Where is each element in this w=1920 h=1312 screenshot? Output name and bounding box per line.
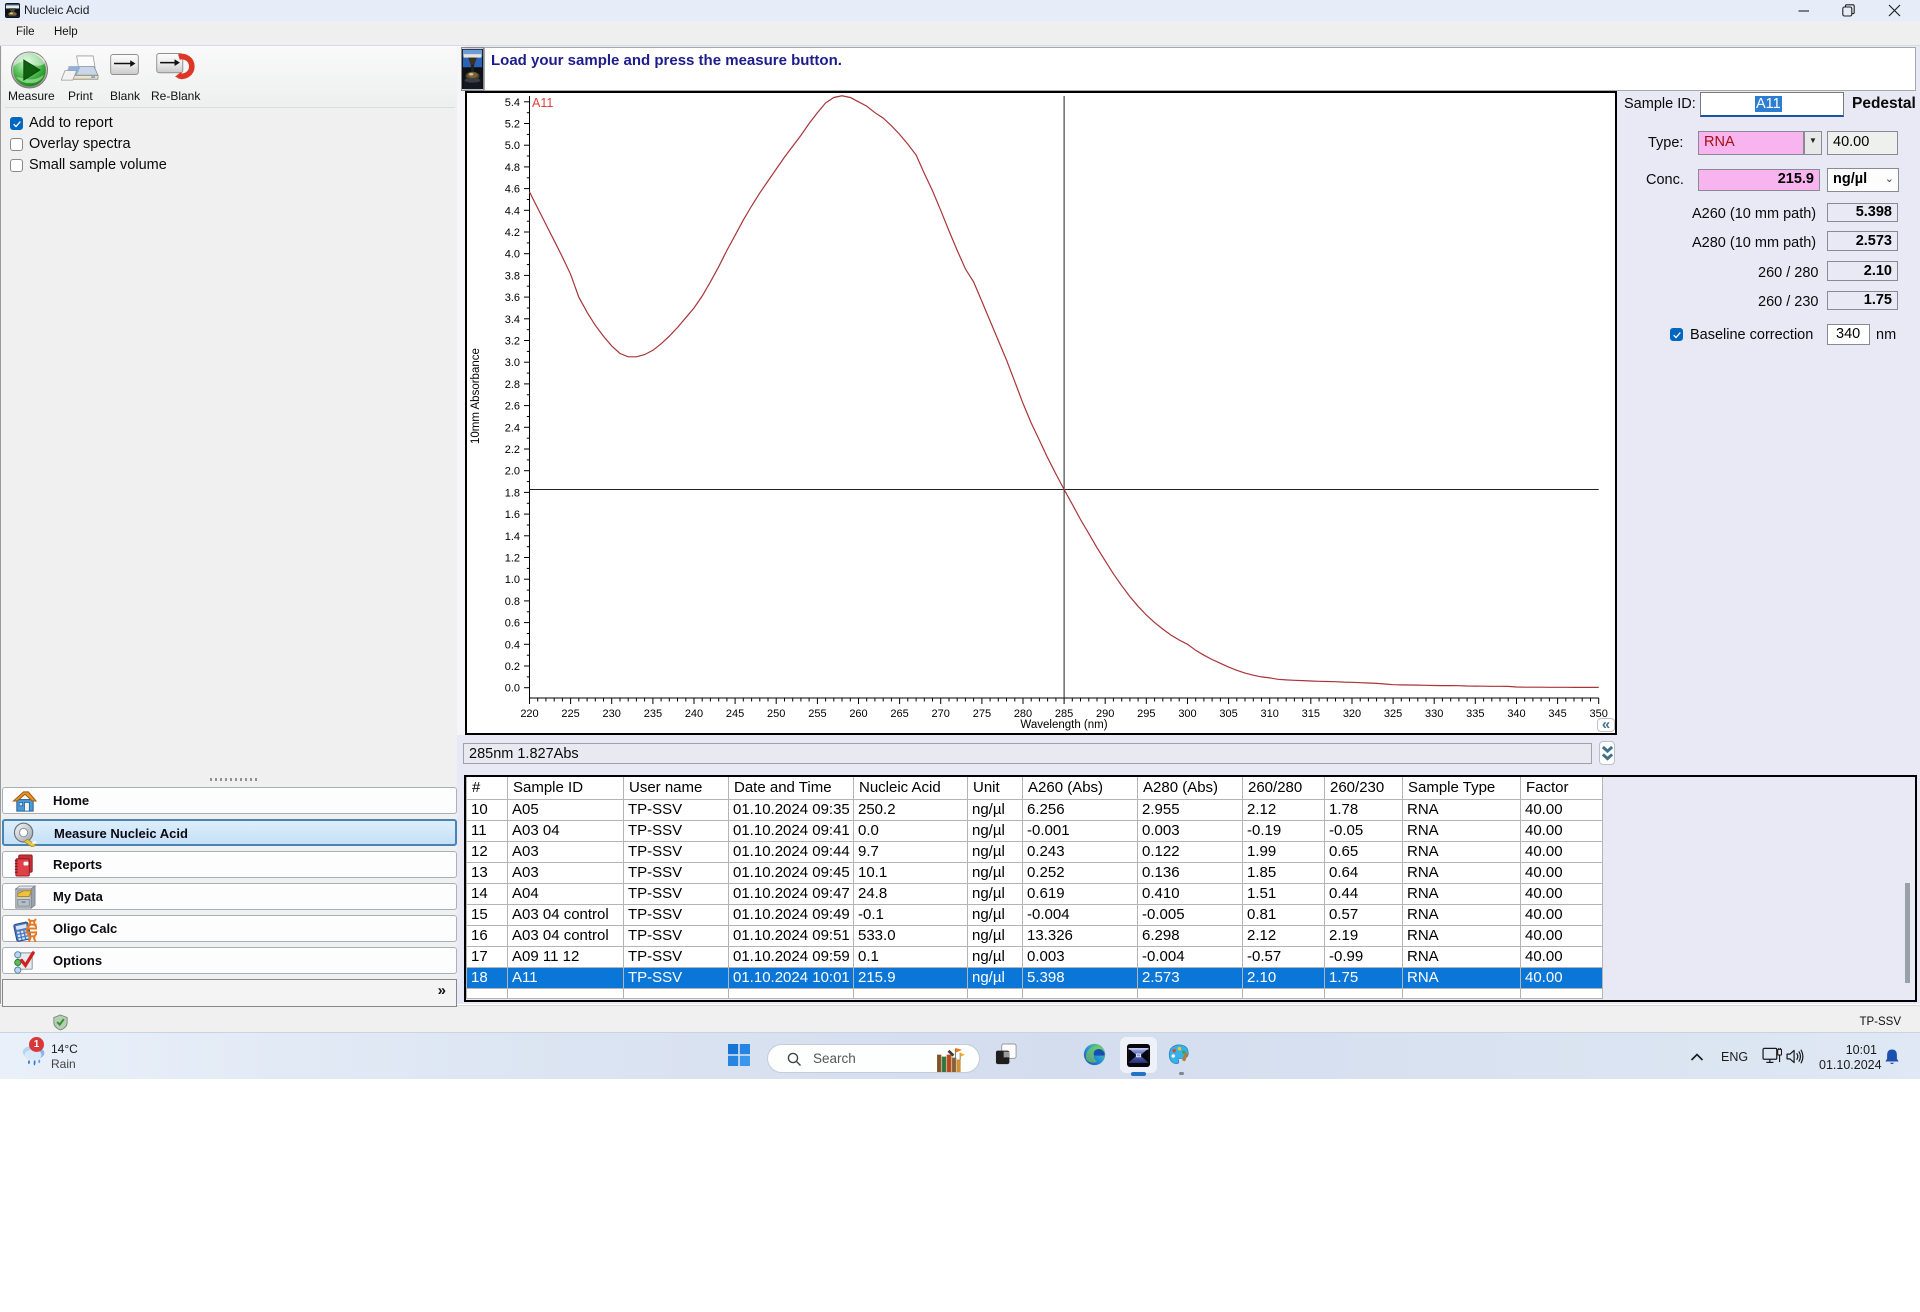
svg-text:0.8: 0.8 [505,596,520,608]
svg-text:1.6: 1.6 [505,509,520,521]
svg-text:270: 270 [932,708,950,720]
svg-text:335: 335 [1466,708,1484,720]
svg-text:A11: A11 [532,96,553,110]
svg-text:5.0: 5.0 [505,140,520,152]
svg-text:3.6: 3.6 [505,292,520,304]
svg-text:5.4: 5.4 [505,97,520,109]
svg-text:2.6: 2.6 [505,401,520,413]
svg-text:2.8: 2.8 [505,379,520,391]
svg-text:0.6: 0.6 [505,618,520,630]
svg-text:2.4: 2.4 [505,422,520,434]
svg-text:240: 240 [685,708,703,720]
svg-text:1.4: 1.4 [505,531,520,543]
svg-text:0.2: 0.2 [505,661,520,673]
svg-text:1.8: 1.8 [505,487,520,499]
svg-text:4.2: 4.2 [505,227,520,239]
svg-text:245: 245 [726,708,744,720]
svg-text:1.2: 1.2 [505,553,520,565]
svg-text:275: 275 [973,708,991,720]
svg-text:265: 265 [890,708,908,720]
svg-text:230: 230 [603,708,621,720]
svg-text:Wavelength (nm): Wavelength (nm) [1020,719,1107,731]
svg-text:4.4: 4.4 [505,205,520,217]
svg-text:0.4: 0.4 [505,639,520,651]
svg-text:235: 235 [644,708,662,720]
svg-text:3.4: 3.4 [505,314,520,326]
svg-text:4.6: 4.6 [505,184,520,196]
svg-text:340: 340 [1507,708,1525,720]
svg-text:225: 225 [561,708,579,720]
svg-text:3.8: 3.8 [505,270,520,282]
svg-text:2.0: 2.0 [505,466,520,478]
svg-text:0.0: 0.0 [505,683,520,695]
svg-text:255: 255 [808,708,826,720]
svg-text:5.2: 5.2 [505,119,520,131]
svg-text:250: 250 [767,708,785,720]
svg-text:345: 345 [1548,708,1566,720]
svg-text:3.0: 3.0 [505,357,520,369]
svg-text:350: 350 [1590,708,1608,720]
svg-text:295: 295 [1137,708,1155,720]
svg-text:3.2: 3.2 [505,336,520,348]
svg-text:220: 220 [520,708,538,720]
svg-text:2.2: 2.2 [505,444,520,456]
svg-text:4.8: 4.8 [505,162,520,174]
svg-text:260: 260 [849,708,867,720]
svg-text:4.0: 4.0 [505,249,520,261]
svg-text:10mm Absorbance: 10mm Absorbance [470,348,482,444]
svg-text:1.0: 1.0 [505,574,520,586]
